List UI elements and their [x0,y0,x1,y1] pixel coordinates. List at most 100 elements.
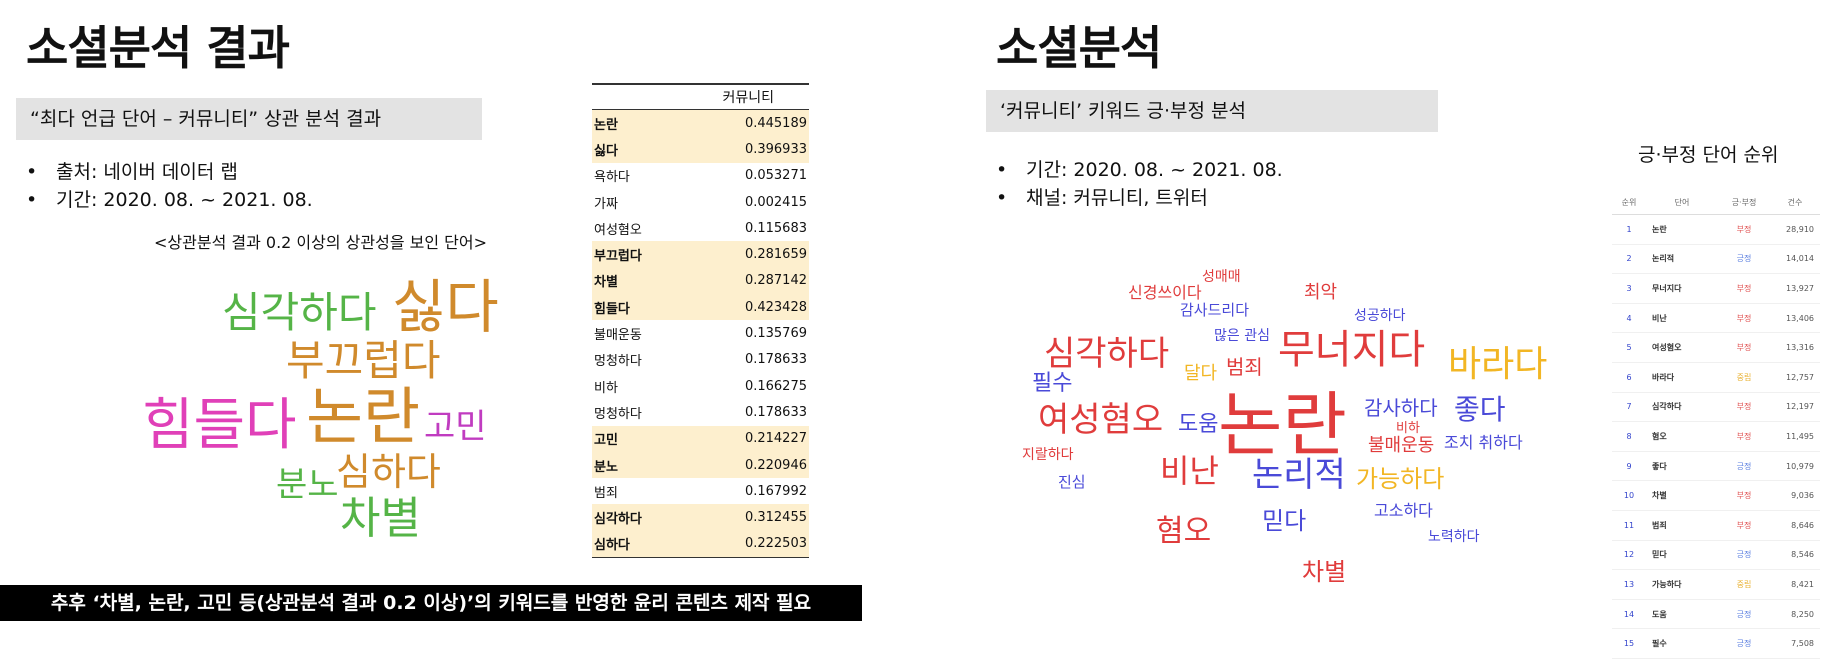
ranking-cell-word: 필수 [1646,628,1718,659]
ranking-cell-rank: 13 [1612,569,1646,600]
cloud-word: 진심 [1058,473,1086,491]
cloud-word: 좋다 [1454,393,1506,426]
ranking-cell-rank: 14 [1612,599,1646,630]
ranking-cell-word: 무너지다 [1646,273,1718,304]
cloud-word: 차별 [1302,558,1347,586]
cloud-word: 믿다 [1262,507,1307,535]
cloud-word: 무너지다 [1278,327,1426,373]
ranking-cell-rank: 1 [1612,214,1646,245]
ranking-cell-count: 8,421 [1770,569,1820,600]
cloud-word: 범죄 [1226,355,1263,379]
ranking-cell-count: 13,927 [1770,273,1820,304]
ranking-row: 2 논리적 긍정 14,014 [1612,244,1820,275]
ranking-cell-rank: 5 [1612,332,1646,363]
ranking-cell-sentiment: 긍정 [1718,451,1770,482]
cloud-word: 최악 [1304,282,1338,303]
ranking-cell-rank: 6 [1612,362,1646,393]
ranking-cell-sentiment: 부정 [1718,332,1770,363]
ranking-cell-sentiment: 부정 [1718,392,1770,423]
ranking-row: 13 가능하다 중립 8,421 [1612,569,1820,600]
ranking-row: 11 범죄 부정 8,646 [1612,510,1820,541]
cloud-word: 조치 취하다 [1444,433,1523,452]
ranking-cell-word: 범죄 [1646,510,1718,541]
ranking-row: 6 바라다 중립 12,757 [1612,362,1820,393]
cloud-word: 고소하다 [1374,501,1433,520]
ranking-cell-word: 논란 [1646,214,1718,245]
cloud-word: 비하 [1396,421,1420,436]
ranking-cell-sentiment: 부정 [1718,214,1770,245]
ranking-cell-count: 8,546 [1770,540,1820,571]
ranking-cell-count: 8,646 [1770,510,1820,541]
ranking-cell-count: 8,250 [1770,599,1820,630]
ranking-cell-word: 도움 [1646,599,1718,630]
cloud-word: 심각하다 [1044,334,1170,374]
ranking-cell-count: 13,316 [1770,332,1820,363]
ranking-cell-count: 9,036 [1770,480,1820,511]
ranking-row: 14 도움 긍정 8,250 [1612,599,1820,630]
ranking-cell-sentiment: 긍정 [1718,540,1770,571]
ranking-row: 8 혐오 부정 11,495 [1612,421,1820,452]
ranking-row: 15 필수 긍정 7,508 [1612,628,1820,659]
ranking-cell-count: 10,979 [1770,451,1820,482]
ranking-cell-rank: 9 [1612,451,1646,482]
cloud-word: 성공하다 [1354,308,1406,324]
ranking-cell-sentiment: 부정 [1718,421,1770,452]
ranking-cell-word: 차별 [1646,480,1718,511]
cloud-word: 여성혐오 [1038,400,1164,440]
ranking-cell-sentiment: 부정 [1718,480,1770,511]
cloud-word: 불매운동 [1368,435,1435,456]
sentiment-ranking-table: 순위 단어 긍·부정 건수 1 논란 부정 28,910 2 논리적 긍정 14,014 3 무너… [1612,190,1820,659]
ranking-row: 9 좋다 긍정 10,979 [1612,451,1820,482]
ranking-row: 4 비난 부정 13,406 [1612,303,1820,334]
ranking-cell-rank: 2 [1612,244,1646,275]
ranking-cell-count: 14,014 [1770,244,1820,275]
cloud-word: 감사드리다 [1180,301,1250,319]
cloud-word: 비난 [1160,452,1219,490]
cloud-word: 노력하다 [1428,529,1480,545]
ranking-cell-sentiment: 중립 [1718,569,1770,600]
ranking-cell-word: 논리적 [1646,244,1718,275]
cloud-word: 도움 [1178,412,1219,437]
ranking-cell-word: 심각하다 [1646,392,1718,423]
cloud-word: 가능하다 [1356,465,1445,493]
rank-col-header: 순위 [1612,190,1646,215]
ranking-cell-word: 혐오 [1646,421,1718,452]
ranking-cell-sentiment: 중립 [1718,362,1770,393]
ranking-cell-word: 비난 [1646,303,1718,334]
ranking-cell-sentiment: 긍정 [1718,244,1770,275]
ranking-cell-rank: 4 [1612,303,1646,334]
cloud-word: 감사하다 [1364,396,1438,420]
cloud-word: 바라다 [1448,344,1548,385]
cloud-word: 지랄하다 [1022,447,1074,463]
ranking-cell-rank: 7 [1612,392,1646,423]
sentiment-word-cloud: 성매매 신경쓰이다 최악 감사드리다 성공하다 많은 관심 심각하다 무너지다 … [0,0,1600,615]
ranking-cell-sentiment: 부정 [1718,510,1770,541]
cloud-word: 성매매 [1202,269,1241,285]
ranking-cell-sentiment: 부정 [1718,303,1770,334]
ranking-cell-word: 여성혐오 [1646,332,1718,363]
cloud-word: 논란 [1218,384,1347,466]
ranking-cell-rank: 10 [1612,480,1646,511]
ranking-row: 7 심각하다 부정 12,197 [1612,392,1820,423]
cloud-word: 혐오 [1156,514,1212,549]
ranking-cell-word: 좋다 [1646,451,1718,482]
cloud-word: 필수 [1032,371,1073,396]
cloud-word: 많은 관심 [1214,328,1270,344]
ranking-cell-sentiment: 긍정 [1718,599,1770,630]
ranking-cell-word: 믿다 [1646,540,1718,571]
cloud-word: 신경쓰이다 [1128,283,1202,302]
ranking-cell-count: 12,197 [1770,392,1820,423]
ranking-row: 5 여성혐오 부정 13,316 [1612,332,1820,363]
word-col-header: 단어 [1646,190,1718,215]
ranking-cell-count: 13,406 [1770,303,1820,334]
cloud-word: 논리적 [1252,455,1346,495]
ranking-cell-rank: 3 [1612,273,1646,304]
ranking-cell-word: 가능하다 [1646,569,1718,600]
count-col-header: 건수 [1770,190,1820,215]
ranking-title: 긍·부정 단어 순위 [1638,144,1779,166]
ranking-cell-count: 7,508 [1770,628,1820,659]
ranking-row: 1 논란 부정 28,910 [1612,214,1820,245]
ranking-cell-rank: 8 [1612,421,1646,452]
ranking-cell-sentiment: 부정 [1718,273,1770,304]
ranking-cell-sentiment: 긍정 [1718,628,1770,659]
